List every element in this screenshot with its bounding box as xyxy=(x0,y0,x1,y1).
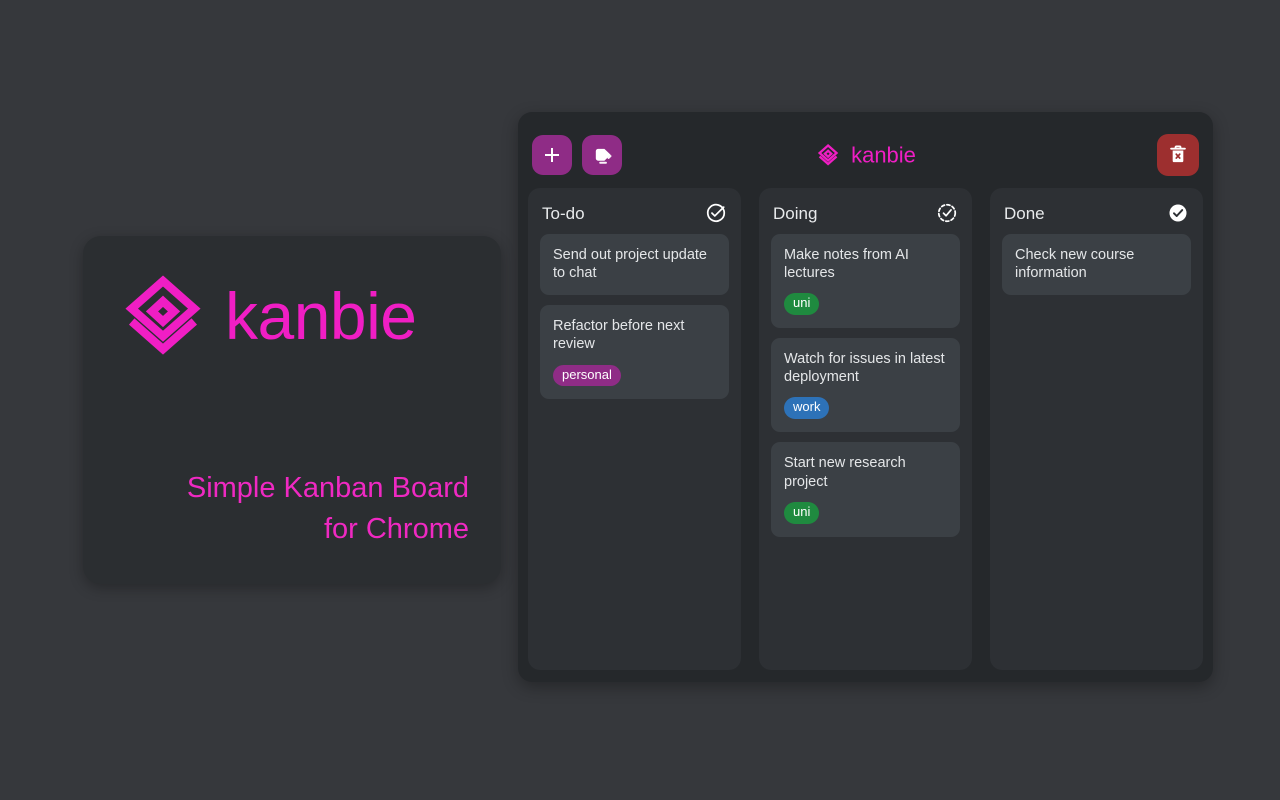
task-title: Send out project update to chat xyxy=(553,247,707,282)
column-header-todo: To-do xyxy=(528,188,741,234)
task-title: Check new course information xyxy=(1015,247,1135,282)
task-tags: personal xyxy=(553,364,716,387)
column-done[interactable]: Done Check new course information xyxy=(990,188,1203,670)
task-card[interactable]: Check new course information xyxy=(1002,234,1191,296)
task-title: Start new research project xyxy=(784,455,906,490)
task-card[interactable]: Refactor before next review personal xyxy=(540,305,729,400)
manage-tags-button[interactable] xyxy=(582,135,622,175)
task-title: Refactor before next review xyxy=(553,318,685,353)
column-header-doing: Doing xyxy=(759,188,972,234)
column-todo[interactable]: To-do Send out project update to chat Re… xyxy=(528,188,741,670)
task-tag[interactable]: work xyxy=(784,397,830,420)
board-header: kanbie xyxy=(528,122,1203,188)
card-list-todo: Send out project update to chat Refactor… xyxy=(528,234,741,411)
promo-tagline: Simple Kanban Board for Chrome xyxy=(117,468,469,558)
circle-check-outline-icon[interactable] xyxy=(705,202,727,224)
task-tags: work xyxy=(784,397,947,420)
promo-tagline-line-1: Simple Kanban Board xyxy=(186,471,469,504)
task-title: Watch for issues in latest deployment xyxy=(784,351,945,386)
card-list-doing: Make notes from AI lectures uni Watch fo… xyxy=(759,234,972,549)
column-header-done: Done xyxy=(990,188,1203,234)
promo-brand: kanbie xyxy=(117,270,469,362)
column-title: Doing xyxy=(773,203,818,223)
column-doing[interactable]: Doing Make notes from AI lectures uni Wa… xyxy=(759,188,972,670)
task-tag[interactable]: uni xyxy=(784,501,820,524)
task-tags: uni xyxy=(784,293,947,316)
tags-icon xyxy=(592,145,613,166)
column-title: To-do xyxy=(542,203,585,223)
task-card[interactable]: Watch for issues in latest deployment wo… xyxy=(771,338,960,433)
column-title: Done xyxy=(1004,203,1045,223)
task-tag[interactable]: personal xyxy=(553,364,621,387)
board-brand-label: kanbie xyxy=(851,142,916,167)
task-card[interactable]: Start new research project uni xyxy=(771,442,960,537)
circle-check-filled-icon[interactable] xyxy=(1167,202,1189,224)
delete-board-button[interactable] xyxy=(1157,134,1199,176)
kanban-board: kanbie To-do Send out project update to … xyxy=(518,112,1213,682)
board-brand: kanbie xyxy=(815,143,916,168)
task-tag[interactable]: uni xyxy=(784,293,820,316)
kanbie-stack-logo-icon xyxy=(117,270,209,362)
board-columns: To-do Send out project update to chat Re… xyxy=(528,188,1203,670)
task-title: Make notes from AI lectures xyxy=(784,247,909,282)
add-task-button[interactable] xyxy=(532,135,572,175)
task-tags: uni xyxy=(784,501,947,524)
promo-tagline-line-2: for Chrome xyxy=(323,512,469,545)
kanbie-stack-logo-icon xyxy=(815,143,840,168)
trash-x-icon xyxy=(1167,143,1189,168)
promo-card: kanbie Simple Kanban Board for Chrome xyxy=(83,236,501,584)
board-toolbar xyxy=(532,135,622,175)
plus-icon xyxy=(542,145,562,165)
circle-check-dashed-icon[interactable] xyxy=(936,202,958,224)
promo-wordmark: kanbie xyxy=(225,279,417,353)
task-card[interactable]: Send out project update to chat xyxy=(540,234,729,296)
card-list-done: Check new course information xyxy=(990,234,1203,307)
task-card[interactable]: Make notes from AI lectures uni xyxy=(771,234,960,329)
